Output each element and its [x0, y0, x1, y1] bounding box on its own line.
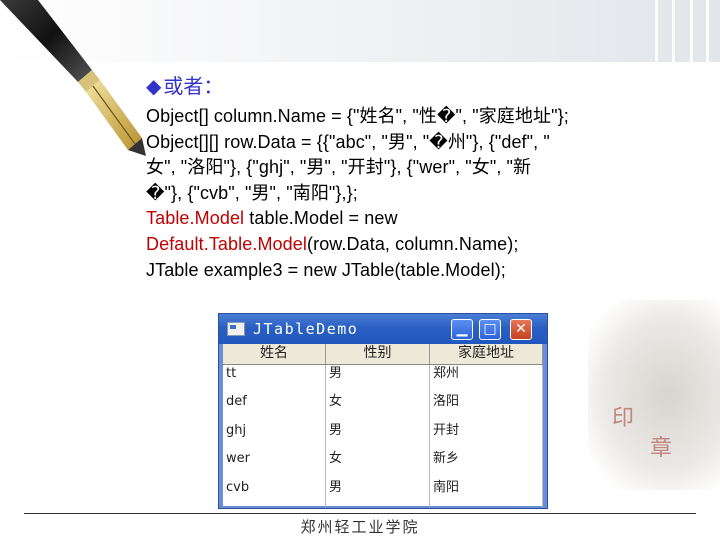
cell-name[interactable]: wer	[223, 450, 326, 479]
footer-divider	[24, 513, 696, 514]
table-row[interactable]: cvb 男 南阳	[223, 478, 543, 507]
cell-gender[interactable]: 男	[326, 478, 430, 507]
window-title: JTableDemo	[253, 320, 359, 338]
java-app-icon[interactable]	[227, 322, 245, 336]
banner-stripe	[672, 0, 675, 62]
code-line-rest: (row.Data, column.Name);	[307, 233, 519, 254]
decorative-seal-mark: 印	[612, 406, 635, 431]
maximize-button[interactable]: □	[479, 319, 501, 340]
table-row[interactable]: wer 女 新乡	[223, 450, 543, 479]
column-header-name[interactable]: 姓名	[223, 344, 326, 364]
code-line-rest: table.Model = new	[244, 208, 398, 229]
code-line: Table.Model table.Model = new	[146, 206, 706, 232]
code-line: Object[] column.Name = {"姓名", "性�", "家庭地…	[146, 106, 569, 126]
cell-gender[interactable]: 女	[326, 450, 430, 479]
diamond-bullet-icon: ◆	[146, 74, 162, 98]
cell-gender[interactable]: 男	[326, 365, 430, 394]
table-row[interactable]: ghj 男 开封	[223, 421, 543, 451]
code-line: Object[][] row.Data = {{"abc", "男", "�州"…	[146, 131, 550, 152]
table-row[interactable]: def 女 洛阳	[223, 393, 543, 422]
code-line: 女", "洛阳"}, {"ghj", "男", "开封"}, {"wer", "…	[146, 157, 532, 178]
cell-gender[interactable]: 男	[326, 421, 430, 451]
cell-address[interactable]: 洛阳	[430, 393, 543, 422]
jtable-demo-window: JTableDemo ▁ □ ✕ 姓名 性别 家庭地址 tt 男 郑州 def …	[218, 313, 548, 509]
cell-address[interactable]: 郑州	[430, 365, 543, 394]
cell-address[interactable]: 南阳	[430, 478, 543, 507]
close-button[interactable]: ✕	[510, 319, 532, 340]
data-table: 姓名 性别 家庭地址 tt 男 郑州 def 女 洛阳 ghj 男 开封 wer…	[223, 344, 543, 507]
window-titlebar[interactable]: JTableDemo ▁ □ ✕	[219, 314, 547, 344]
cell-name[interactable]: ghj	[223, 421, 326, 451]
code-line: �"}, {"cvb", "男", "南阳"},};	[146, 182, 358, 203]
banner-stripe	[706, 0, 709, 62]
cell-name[interactable]: cvb	[223, 478, 326, 507]
class-name-highlight: Table.Model	[146, 208, 245, 229]
minimize-button[interactable]: ▁	[451, 319, 473, 340]
cell-gender[interactable]: 女	[326, 393, 430, 422]
decorative-seal-mark: 章	[650, 436, 673, 461]
code-block: Object[] column.Name = {"姓名", "性�", "家庭地…	[146, 104, 706, 283]
column-header-gender[interactable]: 性别	[326, 344, 430, 364]
cell-name[interactable]: tt	[223, 365, 326, 394]
banner-stripe	[690, 0, 693, 62]
table-header: 姓名 性别 家庭地址	[223, 344, 543, 365]
banner-stripe	[655, 0, 658, 62]
class-name-highlight: Default.Table.Model	[146, 233, 307, 254]
fountain-pen-icon	[0, 0, 146, 156]
table-row[interactable]: tt 男 郑州	[223, 365, 543, 394]
heading-text: 或者：	[163, 74, 224, 98]
cell-address[interactable]: 开封	[430, 421, 543, 451]
footer-institution: 郑州轻工业学院	[300, 518, 420, 536]
section-heading: ◆ 或者：	[146, 70, 223, 99]
code-line: Default.Table.Model(row.Data, column.Nam…	[146, 232, 706, 258]
column-header-address[interactable]: 家庭地址	[430, 344, 543, 364]
code-line: JTable example3 = new JTable(table.Model…	[146, 259, 506, 280]
cell-name[interactable]: def	[223, 393, 326, 422]
cell-address[interactable]: 新乡	[430, 450, 543, 479]
